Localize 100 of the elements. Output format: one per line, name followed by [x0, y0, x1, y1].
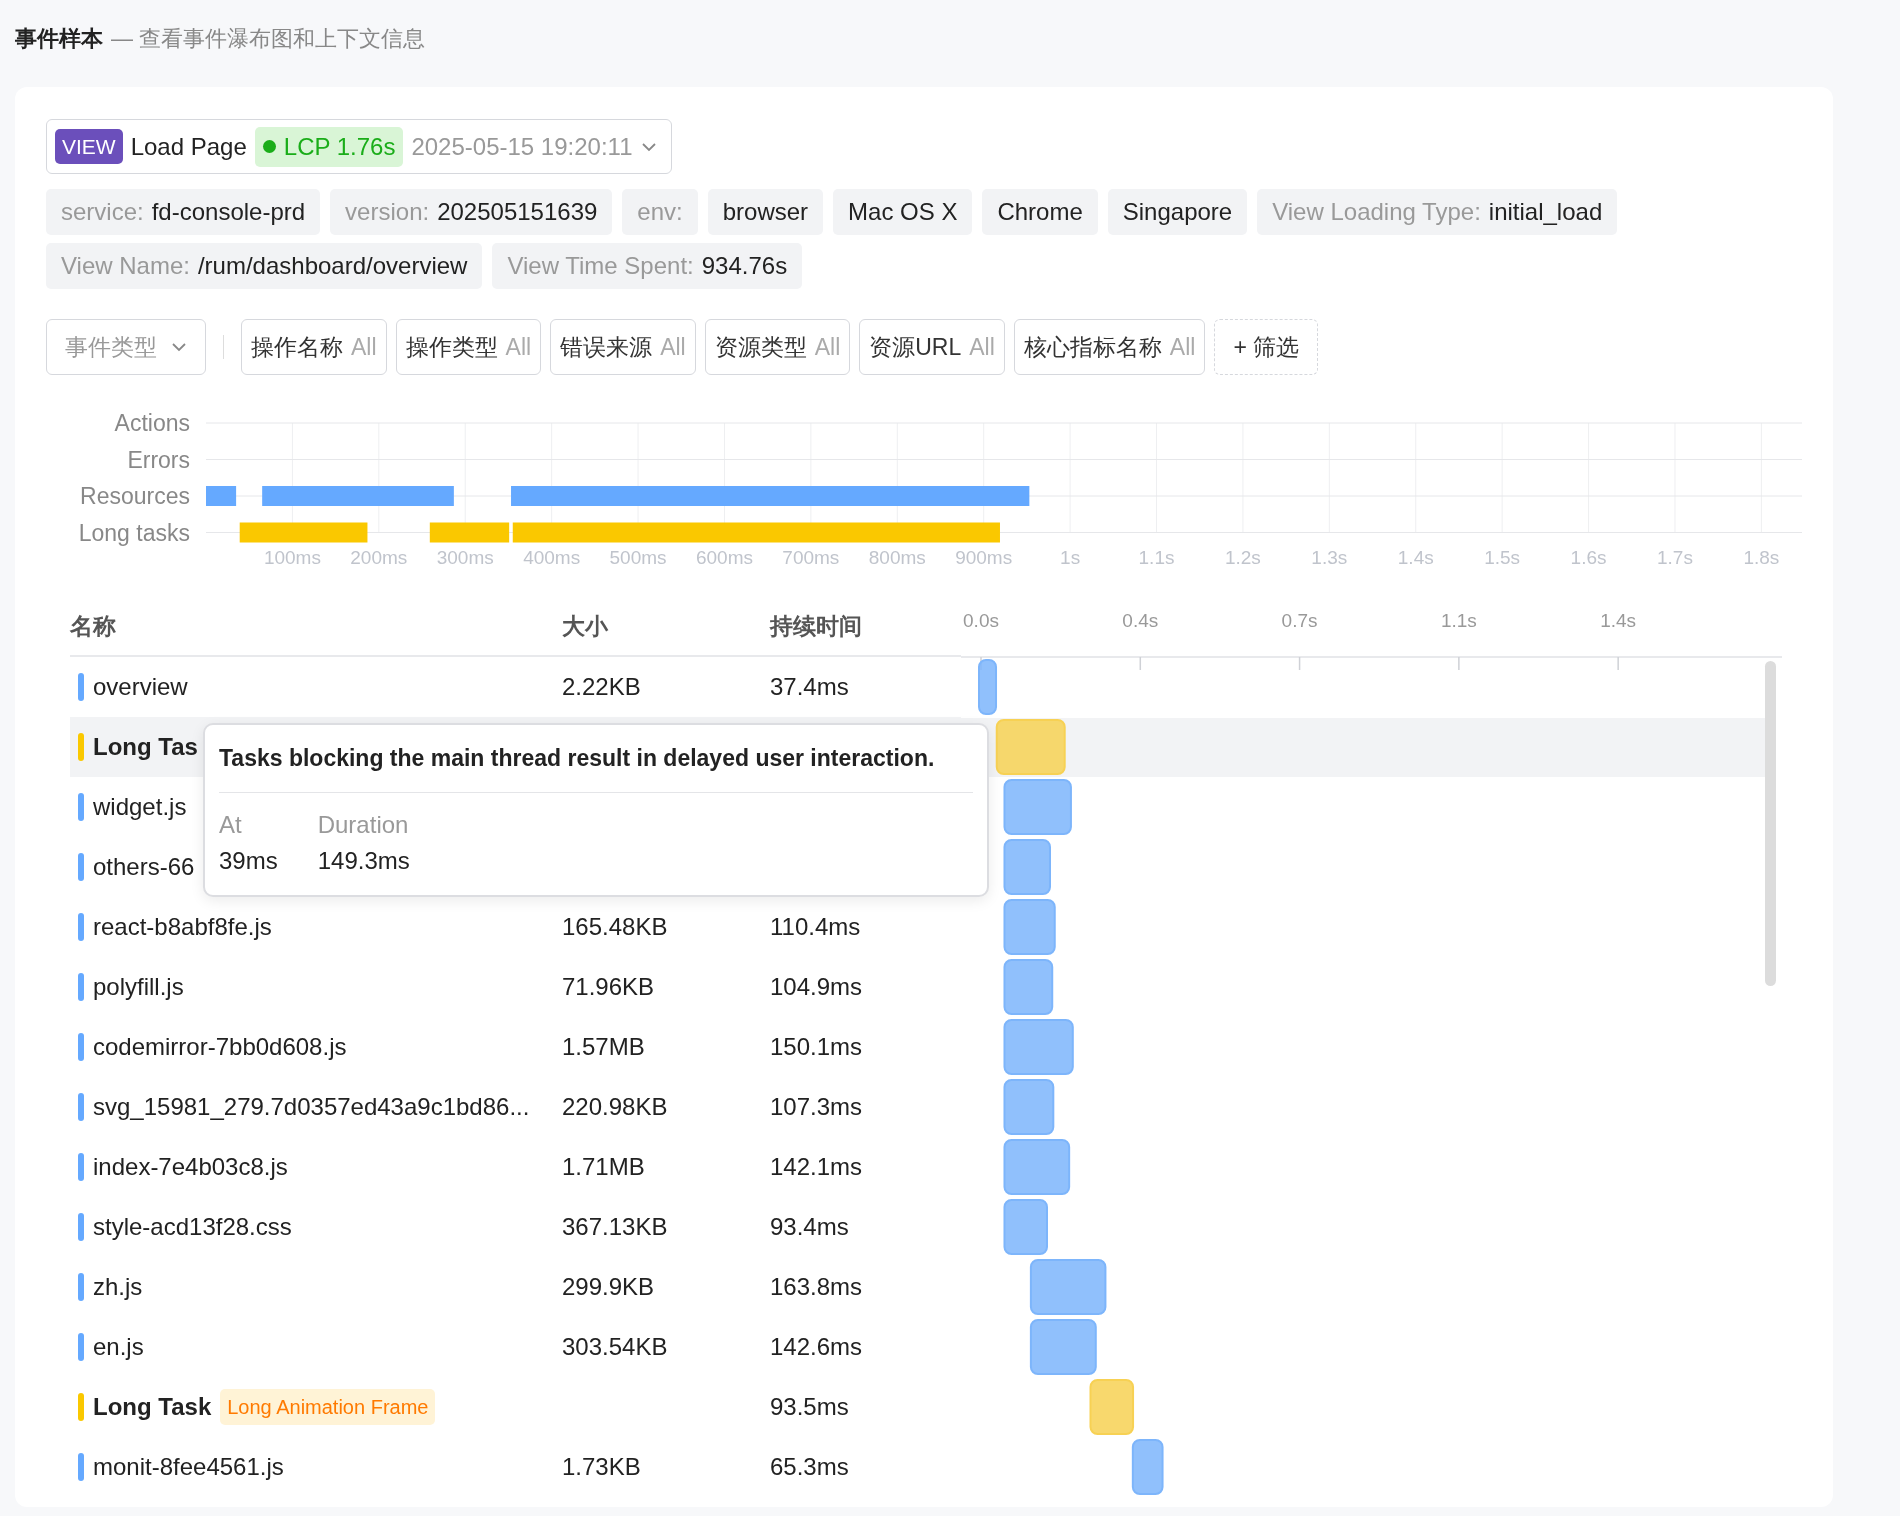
duration-value: 163.8ms [770, 1273, 863, 1300]
duration-value: 142.6ms [770, 1333, 863, 1360]
page-title: 事件样本 [15, 25, 103, 53]
axis-tick-label: 200ms [350, 547, 408, 568]
axis-tick-label: 600ms [695, 547, 753, 568]
tag-key: View Time Spent: [507, 248, 694, 284]
event-name: Long Tas [93, 732, 198, 762]
axis-tick-label: 0.0s [963, 610, 999, 631]
duration-value: 93.5ms [770, 1393, 849, 1420]
filter-label: 错误来源 [560, 332, 653, 362]
filter-value: All [660, 332, 686, 362]
event-name: Long Task [93, 1392, 212, 1422]
duration-value: 37.4ms [770, 673, 849, 700]
event-name: others-66 [93, 852, 195, 882]
filter-label: 资源URL [869, 332, 962, 362]
size-value: 165.48KB [562, 913, 668, 940]
filter-button[interactable]: 资源URL All [859, 319, 1005, 375]
axis-tick-label: 0.7s [1281, 610, 1318, 631]
field-value: 149.3ms [317, 845, 410, 876]
axis-tick-label: 100ms [263, 547, 321, 568]
axis-tick-label: 1.8s [1743, 547, 1780, 568]
filter-label: 操作类型 [405, 332, 498, 362]
lane-label: Resources [80, 483, 190, 509]
axis-tick-label: 900ms [955, 547, 1013, 568]
event-name: en.js [93, 1332, 144, 1362]
filter-label: 资源类型 [714, 332, 807, 362]
filter-button[interactable]: 操作名称 All [241, 319, 387, 375]
axis-tick-label: 1.3s [1311, 547, 1348, 568]
event-name: polyfill.js [93, 972, 184, 1002]
axis-tick-label: 1.1s [1440, 610, 1477, 631]
column-header: 大小 [562, 611, 609, 641]
column-header: 名称 [70, 611, 117, 641]
select-label: 事件类型 [65, 332, 157, 362]
size-value: 303.54KB [562, 1333, 668, 1360]
filter-value: All [351, 332, 377, 362]
axis-tick-label: 1.6s [1570, 547, 1607, 568]
size-value: 1.73KB [562, 1453, 641, 1480]
tag-value: 202505151639 [437, 197, 598, 227]
view-select[interactable]: VIEW Load Page LCP 1.76s 2025-05-15 19:20:11 [46, 119, 672, 174]
axis-tick-label: 1s [1060, 547, 1081, 568]
filter-button[interactable]: 资源类型 All [704, 319, 851, 375]
tag-key: version: [345, 194, 430, 230]
axis-tick-label: 0.4s [1122, 610, 1159, 631]
duration-value: 142.1ms [770, 1153, 863, 1180]
axis-tick-label: 1.1s [1138, 547, 1175, 568]
chevron-down-icon [640, 141, 657, 152]
filter-button[interactable]: 错误来源 All [550, 319, 696, 375]
duration-value: 104.9ms [770, 973, 863, 1000]
tag-key: env: [637, 194, 683, 230]
filter-button[interactable]: 核心指标名称 All [1013, 319, 1206, 375]
tag-value: /rum/dashboard/overview [197, 251, 468, 281]
tag-key: service: [61, 194, 144, 230]
scrollbar[interactable] [1765, 661, 1776, 986]
tag-key: View Name: [61, 248, 190, 284]
filter-button[interactable]: 操作类型 All [395, 319, 542, 375]
duration-value: 65.3ms [770, 1453, 849, 1480]
chevron-down-icon [171, 342, 187, 352]
tag-value: fd-console-prd [151, 197, 306, 227]
lane-label: Errors [127, 446, 190, 473]
duration-value: 110.4ms [770, 913, 861, 940]
duration-value: 150.1ms [770, 1033, 863, 1060]
event-name: zh.js [93, 1272, 143, 1302]
event-name: overview [93, 672, 188, 702]
page-subtitle: — 查看事件瀑布图和上下文信息 [111, 25, 426, 53]
event-name: react-b8abf8fe.js [93, 912, 272, 942]
axis-tick-label: 300ms [436, 547, 494, 568]
event-name: monit-8fee4561.js [93, 1452, 284, 1482]
event-badge: Long Animation Frame [220, 1389, 436, 1425]
axis-tick-label: 1.2s [1224, 547, 1261, 568]
event-name: index-7e4b03c8.js [93, 1152, 288, 1182]
column-header: 持续时间 [770, 611, 863, 641]
timeline-bar [206, 486, 237, 506]
event-name: widget.js [93, 792, 187, 822]
axis-tick-label: 400ms [523, 547, 581, 568]
field-label: At [219, 809, 243, 840]
filter-label: 操作名称 [251, 332, 343, 362]
event-name: codemirror-7bb0d608.js [93, 1032, 347, 1062]
filter-label: 核心指标名称 [1023, 332, 1162, 362]
tag-key: View Loading Type: [1272, 194, 1481, 230]
size-value: 1.57MB [562, 1033, 645, 1060]
axis-tick-label: 700ms [782, 547, 840, 568]
filter-value: All [814, 332, 841, 362]
tag-value: Singapore [1122, 197, 1233, 227]
axis-tick-label: 1.4s [1397, 547, 1434, 568]
axis-tick-label: 1.4s [1600, 610, 1637, 631]
axis-tick-label: 800ms [868, 547, 926, 568]
duration-value: 93.4ms [770, 1213, 849, 1240]
field-label: Duration [317, 809, 410, 840]
size-value: 299.9KB [562, 1273, 655, 1300]
field-value: 39ms [219, 845, 278, 876]
size-value: 220.98KB [562, 1093, 668, 1120]
size-value: 2.22KB [562, 673, 641, 700]
tag-value: 934.76s [701, 251, 788, 281]
add-filter-button[interactable]: + 筛选 [1214, 319, 1319, 375]
type-badge: VIEW [55, 128, 123, 165]
tooltip-title: Tasks blocking the main thread result in delayed user interaction. [219, 741, 973, 793]
tag-value: initial_load [1488, 197, 1603, 227]
axis-tick-label: 1.5s [1484, 547, 1521, 568]
tag-value: browser [722, 197, 809, 227]
metric-text: LCP 1.76s [283, 131, 396, 162]
